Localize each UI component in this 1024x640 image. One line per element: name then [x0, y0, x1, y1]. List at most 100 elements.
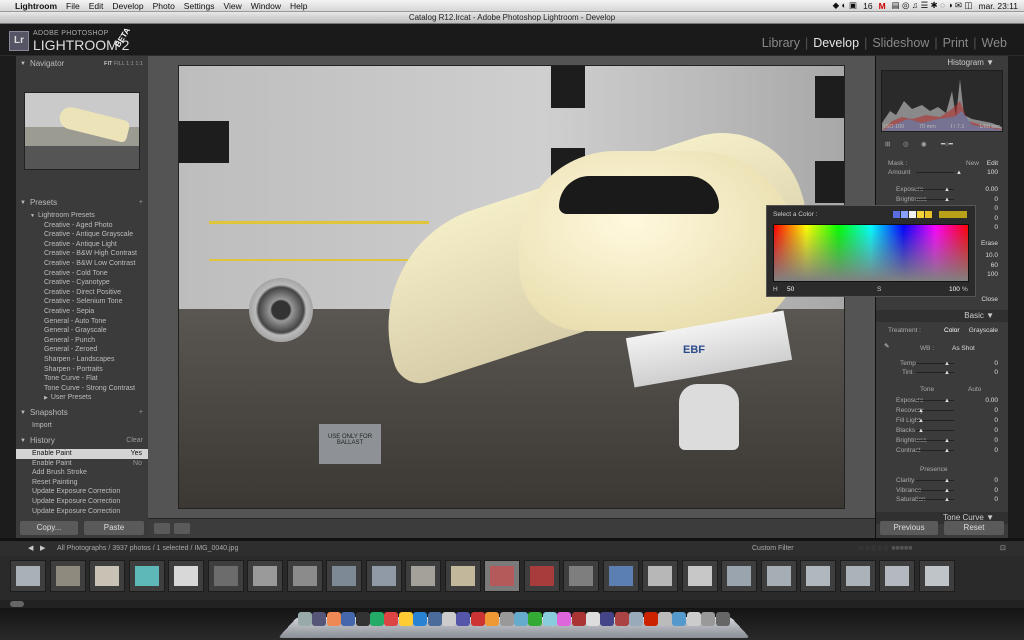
slider-row[interactable]: Recovery ▲ 0 — [888, 406, 998, 415]
module-web[interactable]: Web — [977, 36, 1012, 50]
slider-knob[interactable]: ▲ — [944, 437, 950, 446]
dock-app-icon[interactable] — [370, 612, 384, 626]
previous-button[interactable]: Previous — [880, 521, 938, 535]
preset-item[interactable]: Sharpen - Portraits — [16, 365, 148, 375]
preset-item[interactable]: General - Grayscale — [16, 326, 148, 336]
menu-develop[interactable]: Develop — [112, 1, 143, 11]
crop-icon[interactable]: ⊞ — [885, 140, 890, 148]
mask-new-button[interactable]: New — [966, 159, 979, 168]
preset-item[interactable]: Creative - B&W High Contrast — [16, 249, 148, 259]
dock-app-icon[interactable] — [442, 612, 456, 626]
preset-item[interactable]: Creative - Aged Photo — [16, 221, 148, 231]
develop-photo[interactable]: EBF USE ONLY FOR BALLAST — [178, 65, 845, 509]
dock-app-icon[interactable] — [658, 612, 672, 626]
filmstrip-thumbnail[interactable] — [918, 560, 955, 592]
navigator-preview[interactable] — [24, 92, 140, 170]
dock-app-icon[interactable] — [298, 612, 312, 626]
filmstrip-thumbnail[interactable] — [839, 560, 876, 592]
dock-app-icon[interactable] — [643, 612, 658, 626]
left-panel-edge[interactable] — [0, 56, 16, 538]
slider-knob[interactable]: ▲ — [918, 427, 924, 436]
close-mask-button[interactable]: Close — [981, 295, 998, 304]
slider-row[interactable]: Saturation▲0 — [888, 495, 998, 504]
dock-app-icon[interactable] — [542, 612, 557, 626]
swatch-3[interactable] — [909, 211, 916, 218]
dock-app-icon[interactable] — [398, 612, 413, 626]
wb-select[interactable]: As Shot — [952, 344, 975, 353]
module-print[interactable]: Print — [938, 36, 974, 50]
preset-item[interactable]: Creative - Antique Grayscale — [16, 230, 148, 240]
treatment-color[interactable]: Color — [944, 326, 960, 335]
preset-group-lightroom[interactable]: Lightroom Presets — [16, 211, 148, 221]
paste-button[interactable]: Paste — [84, 521, 144, 535]
slider-row[interactable]: Clarity▲0 — [888, 476, 998, 485]
adjustment-brush-icon[interactable]: ━○━ — [941, 140, 953, 148]
basic-header[interactable]: Basic ▼ — [876, 310, 1008, 322]
menu-file[interactable]: File — [66, 1, 80, 11]
slider-row[interactable]: Vibrance ▲ 0 — [888, 486, 998, 495]
clear-history-button[interactable]: Clear — [126, 435, 143, 447]
slider-knob[interactable]: ▲ — [944, 447, 950, 456]
filmstrip-thumbnail[interactable] — [405, 560, 441, 592]
dock-app-icon[interactable] — [384, 612, 399, 626]
history-item[interactable]: Reset Painting — [16, 478, 148, 488]
dock-app-icon[interactable] — [326, 612, 341, 626]
tint-row[interactable]: Tint ▲ 0 — [888, 368, 998, 377]
preset-item[interactable]: Tone Curve - Strong Contrast — [16, 384, 148, 394]
filmstrip-thumbnail[interactable] — [168, 560, 204, 592]
filmstrip-thumbnail[interactable] — [286, 560, 323, 592]
dock-app-icon[interactable] — [629, 612, 644, 626]
filmstrip-thumbnail[interactable] — [800, 560, 836, 592]
slider-row[interactable]: Contrast▲0 — [888, 446, 998, 455]
history-item[interactable]: Update Exposure Correction — [16, 507, 148, 517]
menu-help[interactable]: Help — [290, 1, 307, 11]
filmstrip-thumbnail[interactable] — [523, 560, 560, 592]
gmail-icon[interactable]: M — [879, 1, 886, 11]
temp-row[interactable]: Temp ▲ 0 — [888, 359, 998, 368]
dock-app-icon[interactable] — [470, 612, 485, 626]
auto-tone-button[interactable]: Auto — [968, 385, 981, 394]
filmstrip-thumbnail[interactable] — [444, 560, 481, 592]
dock-app-icon[interactable] — [514, 612, 528, 626]
presets-header[interactable]: ▼ Presets + — [16, 197, 148, 209]
slider-row[interactable]: Exposure ▲ 0.00 — [888, 396, 998, 405]
swatch-1[interactable] — [893, 211, 900, 218]
slider-knob[interactable]: ▲ — [918, 417, 924, 426]
swatch-4[interactable] — [917, 211, 924, 218]
preset-item[interactable]: Creative - Cyanotype — [16, 278, 148, 288]
slider-row[interactable]: Brightness ▲ 0 — [888, 195, 998, 204]
treatment-grayscale[interactable]: Grayscale — [969, 326, 998, 335]
dock-app-icon[interactable] — [499, 612, 514, 626]
dock-app-icon[interactable] — [614, 612, 629, 626]
slider-knob[interactable]: ▲ — [918, 407, 924, 416]
history-item[interactable]: Update Exposure Correction — [16, 487, 148, 497]
preset-item[interactable]: Creative - Antique Light — [16, 240, 148, 250]
amount-row[interactable]: Amount ▲ 100 — [888, 168, 998, 177]
loupe-view-button[interactable] — [154, 523, 170, 534]
color-picker-popup[interactable]: Select a Color : H 50 S 100 % — [766, 205, 976, 297]
filmstrip-thumbnail[interactable] — [563, 560, 599, 592]
filmstrip-thumbnail[interactable] — [721, 560, 757, 592]
slider-row[interactable]: Exposure ▲ 0.00 — [888, 185, 998, 194]
wb-eyedropper-icon[interactable]: ✎ — [884, 342, 889, 351]
zoom-1-1[interactable]: 1:1 — [126, 61, 134, 67]
dock-app-icon[interactable] — [672, 612, 687, 626]
filmstrip-scrollbar[interactable] — [0, 600, 1024, 608]
module-library[interactable]: Library — [757, 36, 805, 50]
zoom-fit[interactable]: FIT — [104, 61, 112, 67]
zoom-custom[interactable]: 1:1 — [135, 61, 143, 67]
history-header[interactable]: ▼ History Clear — [16, 435, 148, 447]
slider-knob[interactable]: ▲ — [944, 397, 950, 406]
dock-app-icon[interactable] — [427, 612, 442, 626]
before-after-button[interactable] — [174, 523, 190, 534]
menu-settings[interactable]: Settings — [184, 1, 215, 11]
slider-row[interactable]: Brightness ▲ 0 — [888, 436, 998, 445]
back-arrow-icon[interactable]: ◀ — [28, 541, 33, 556]
preset-item[interactable]: General - Zeroed — [16, 345, 148, 355]
redeye-icon[interactable]: ◉ — [921, 140, 927, 148]
filmstrip-thumbnail[interactable] — [247, 560, 283, 592]
filmstrip-thumbnail[interactable] — [89, 560, 125, 592]
tray-icons[interactable]: ▤ ◎ ♫ ☰ ✱ ◌ ◑ ✉ ◫ — [892, 0, 973, 11]
dock-app-icon[interactable] — [312, 612, 327, 626]
menu-view[interactable]: View — [224, 1, 242, 11]
